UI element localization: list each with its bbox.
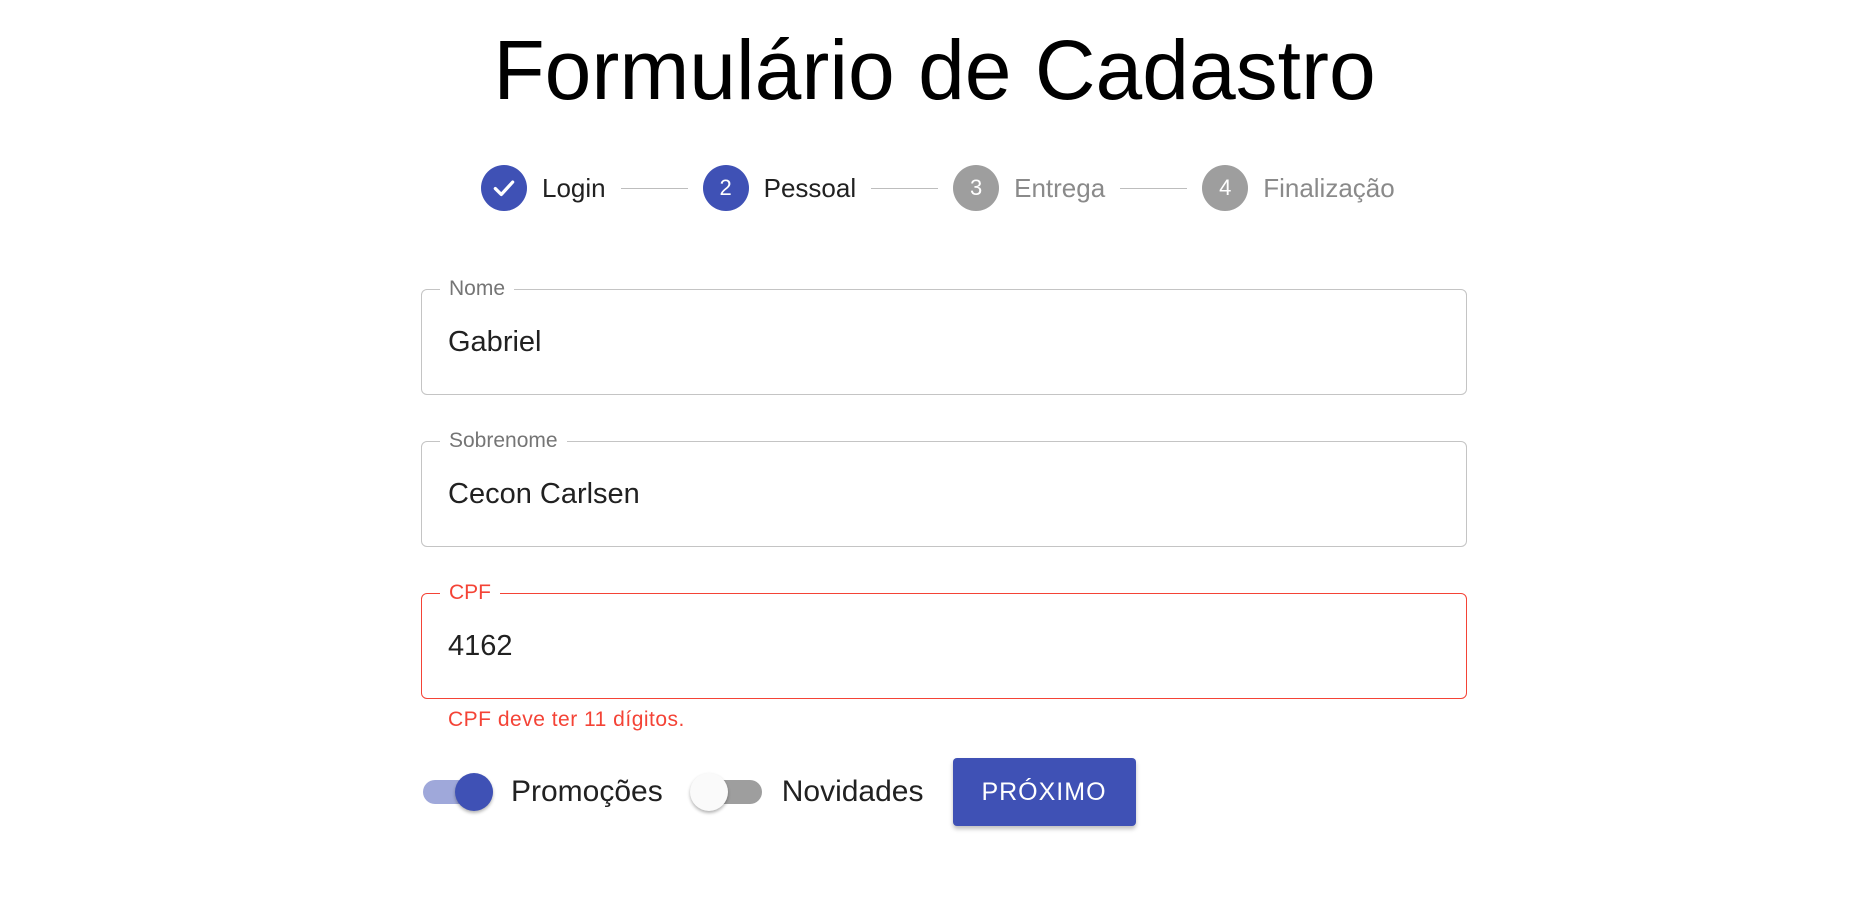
step-login[interactable]: Login (481, 165, 606, 211)
check-icon (493, 180, 515, 197)
page-title: Formulário de Cadastro (493, 23, 1376, 117)
promocoes-label[interactable]: Promoções (511, 775, 663, 809)
step-pessoal-label: Pessoal (763, 172, 857, 203)
step-login-circle (481, 165, 527, 211)
step-finalizacao-circle: 4 (1202, 165, 1249, 211)
cpf-error-message: CPF deve ter 11 dígitos. (448, 708, 685, 731)
promocoes-switch-thumb (455, 773, 493, 811)
nome-field: Nome (421, 277, 1467, 395)
step-entrega-label: Entrega (1014, 172, 1106, 203)
step-connector (620, 187, 688, 189)
step-connector (871, 187, 939, 189)
novidades-label[interactable]: Novidades (782, 775, 924, 809)
step-finalizacao[interactable]: 4 Finalização (1202, 165, 1395, 211)
nome-input[interactable] (448, 312, 1438, 372)
step-finalizacao-label: Finalização (1263, 172, 1395, 203)
next-button[interactable]: PRÓXIMO (952, 758, 1136, 826)
cpf-label: CPF (440, 581, 500, 605)
promocoes-switch[interactable] (421, 770, 493, 814)
step-pessoal-circle: 2 (702, 165, 749, 211)
sobrenome-field: Sobrenome (421, 429, 1467, 547)
sobrenome-label: Sobrenome (440, 429, 567, 453)
step-pessoal[interactable]: 2 Pessoal (702, 165, 857, 211)
nome-label: Nome (440, 277, 515, 301)
stepper: Login 2 Pessoal 3 Entrega 4 Finalização (481, 165, 1395, 211)
cpf-field: CPF (421, 581, 1467, 699)
step-connector (1120, 187, 1188, 189)
actions-row: Promoções Novidades PRÓXIMO (421, 758, 1136, 826)
sobrenome-input[interactable] (448, 464, 1438, 524)
cpf-input[interactable] (448, 616, 1438, 676)
step-login-label: Login (542, 172, 606, 203)
step-entrega[interactable]: 3 Entrega (953, 165, 1105, 211)
novidades-switch-thumb (689, 773, 728, 811)
novidades-switch[interactable] (689, 770, 762, 814)
step-entrega-circle: 3 (953, 165, 1000, 211)
registration-page: Formulário de Cadastro Login 2 Pessoal 3… (0, 0, 1869, 917)
